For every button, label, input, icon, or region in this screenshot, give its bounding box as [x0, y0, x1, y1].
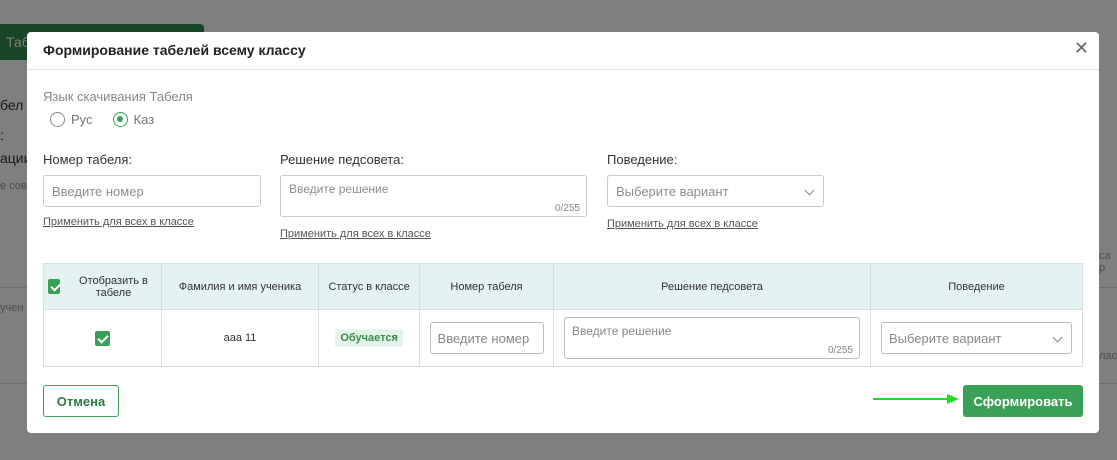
modal-title: Формирование табелей всему классу: [43, 42, 306, 58]
chevron-down-icon: [804, 185, 815, 196]
row-council-decision-textarea[interactable]: Введите решение 0/255: [564, 317, 860, 359]
behavior-placeholder: Выберите вариант: [616, 184, 729, 199]
th-council-decision: Решение педсовета: [553, 263, 871, 310]
report-number-apply-link[interactable]: Применить для всех в классе: [43, 216, 194, 228]
table-row: ааа 11 Обучается Введите номер Введите р…: [43, 309, 1084, 367]
th-display-label: Отобразить в табеле: [79, 274, 148, 299]
th-report-number: Номер табеля: [419, 263, 555, 310]
th-student-name: Фамилия и имя ученика: [160, 263, 320, 310]
row-decision-placeholder: Введите решение: [572, 324, 672, 338]
council-decision-label: Решение педсовета:: [280, 152, 404, 167]
language-label: Язык скачивания Табеля: [43, 89, 193, 104]
chevron-down-icon: [1052, 332, 1063, 343]
radio-kaz-label: Каз: [133, 112, 155, 127]
report-number-label: Номер табеля:: [43, 152, 133, 167]
radio-kaz[interactable]: [112, 112, 128, 127]
behavior-select[interactable]: Выберите вариант: [607, 175, 824, 207]
radio-option-kaz[interactable]: Каз: [112, 112, 155, 127]
radio-rus-label: Рус: [71, 112, 93, 127]
th-status: Статус в классе: [318, 263, 421, 310]
row-checkbox[interactable]: [94, 330, 110, 346]
behavior-label: Поведение:: [607, 152, 678, 167]
row-number-cell: Введите номер: [419, 309, 555, 367]
row-behavior-cell: Выберите вариант: [869, 309, 1084, 367]
row-checkbox-cell: [43, 309, 162, 367]
row-behavior-select[interactable]: Выберите вариант: [880, 322, 1072, 354]
th-behavior: Поведение: [869, 263, 1084, 310]
row-decision-cell: Введите решение 0/255: [553, 309, 871, 367]
row-char-counter: 0/255: [827, 345, 853, 356]
modal-header: Формирование табелей всему классу ✕: [27, 32, 1099, 70]
cancel-button[interactable]: Отмена: [43, 385, 119, 417]
behavior-apply-link[interactable]: Применить для всех в классе: [607, 218, 758, 230]
students-table: Отобразить в табеле Фамилия и имя ученик…: [43, 263, 1084, 367]
th-display: Отобразить в табеле: [43, 263, 162, 310]
char-counter: 0/255: [554, 203, 580, 214]
council-decision-placeholder: Введите решение: [289, 182, 389, 196]
close-icon[interactable]: ✕: [1074, 38, 1089, 58]
table-header-row: Отобразить в табеле Фамилия и имя ученик…: [43, 263, 1084, 310]
status-cell: Обучается: [318, 309, 421, 367]
radio-rus[interactable]: [50, 112, 65, 127]
row-report-number-input[interactable]: Введите номер: [429, 322, 544, 354]
status-badge: Обучается: [335, 329, 403, 347]
student-name: ааа 11: [160, 309, 320, 367]
report-modal: Формирование табелей всему классу ✕ Язык…: [27, 32, 1099, 433]
council-decision-apply-link[interactable]: Применить для всех в классе: [280, 228, 431, 240]
radio-option-rus[interactable]: Рус: [50, 112, 93, 127]
select-all-checkbox[interactable]: [48, 279, 61, 294]
row-behavior-placeholder: Выберите вариант: [888, 331, 1002, 346]
generate-button[interactable]: Сформировать: [963, 385, 1083, 417]
annotation-arrow-icon: [873, 394, 959, 404]
report-number-input[interactable]: Введите номер: [43, 175, 261, 207]
council-decision-textarea[interactable]: Введите решение 0/255: [280, 175, 587, 217]
language-radio-group: Рус Каз: [50, 112, 174, 127]
